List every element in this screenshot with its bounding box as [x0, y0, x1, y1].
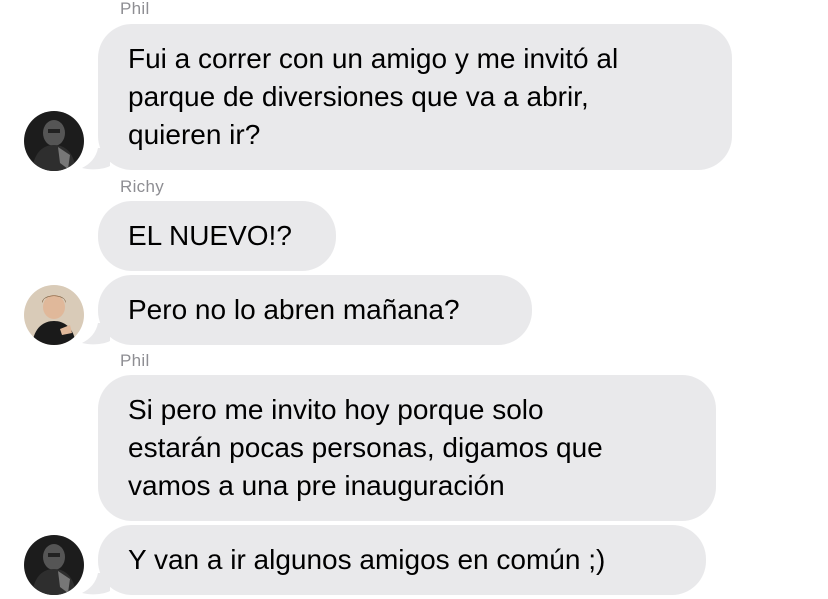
message-bubble[interactable]: Si pero me invito hoy porque solo estará… [98, 375, 716, 521]
message-text: Y van a ir algunos amigos en común ;) [128, 544, 606, 575]
avatar-phil[interactable] [24, 535, 84, 595]
message-text: EL NUEVO!? [128, 220, 292, 251]
avatar-richy[interactable] [24, 285, 84, 345]
bubble-tail-icon [82, 148, 110, 170]
message-text: Pero no lo abren mañana? [128, 294, 460, 325]
bubble-tail-icon [82, 573, 110, 595]
message-text: Fui a correr con un amigo y me invitó al… [128, 43, 619, 150]
message-text: Si pero me invito hoy porque solo estará… [128, 394, 603, 501]
sender-name-phil: Phil [120, 351, 150, 370]
message-bubble[interactable]: Fui a correr con un amigo y me invitó al… [98, 24, 732, 170]
message-bubble[interactable]: Pero no lo abren mañana? [98, 275, 532, 345]
message-bubble[interactable]: Y van a ir algunos amigos en común ;) [98, 525, 706, 595]
avatar-phil[interactable] [24, 111, 84, 171]
sender-name-richy: Richy [120, 177, 165, 196]
message-bubble[interactable]: EL NUEVO!? [98, 201, 336, 271]
sender-name-phil: Phil [120, 0, 150, 18]
bubble-tail-icon [82, 323, 110, 345]
